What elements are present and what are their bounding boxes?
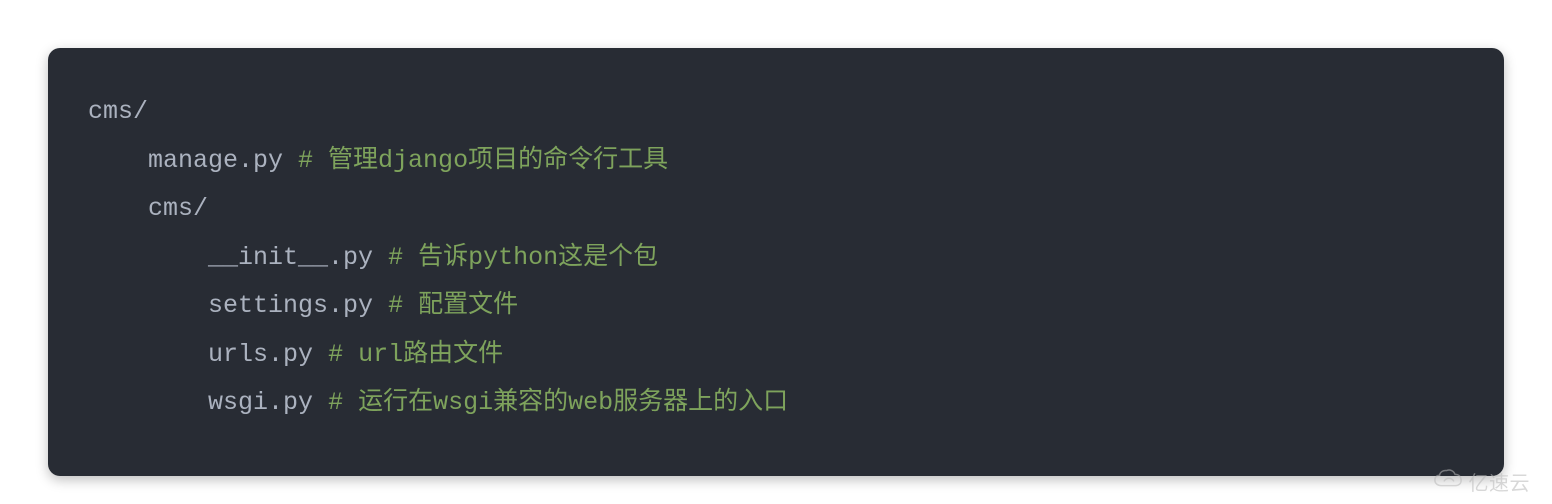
code-text: settings.py [208, 291, 388, 320]
code-line: cms/ [88, 185, 1464, 234]
code-comment: # url路由文件 [328, 340, 503, 369]
cloud-icon [1433, 468, 1463, 496]
watermark: 亿速云 [1433, 467, 1531, 496]
code-indent [88, 388, 208, 417]
code-indent [88, 194, 148, 223]
code-comment: # 管理django项目的命令行工具 [298, 146, 668, 175]
code-text: wsgi.py [208, 388, 328, 417]
code-indent [88, 291, 208, 320]
watermark-text: 亿速云 [1469, 467, 1531, 496]
code-comment: # 告诉python这是个包 [388, 243, 658, 272]
code-text: manage.py [148, 146, 298, 175]
code-indent [88, 243, 208, 272]
code-text: cms/ [148, 194, 208, 223]
code-text: cms/ [88, 97, 148, 126]
code-line: manage.py # 管理django项目的命令行工具 [88, 137, 1464, 186]
code-line: urls.py # url路由文件 [88, 331, 1464, 380]
code-text: urls.py [208, 340, 328, 369]
code-comment: # 配置文件 [388, 291, 518, 320]
code-line: __init__.py # 告诉python这是个包 [88, 234, 1464, 283]
code-block: cms/ manage.py # 管理django项目的命令行工具 cms/ _… [48, 48, 1504, 476]
code-indent [88, 340, 208, 369]
code-comment: # 运行在wsgi兼容的web服务器上的入口 [328, 388, 788, 417]
code-line: settings.py # 配置文件 [88, 282, 1464, 331]
code-line: cms/ [88, 88, 1464, 137]
code-line: wsgi.py # 运行在wsgi兼容的web服务器上的入口 [88, 379, 1464, 428]
code-indent [88, 146, 148, 175]
code-text: __init__.py [208, 243, 388, 272]
